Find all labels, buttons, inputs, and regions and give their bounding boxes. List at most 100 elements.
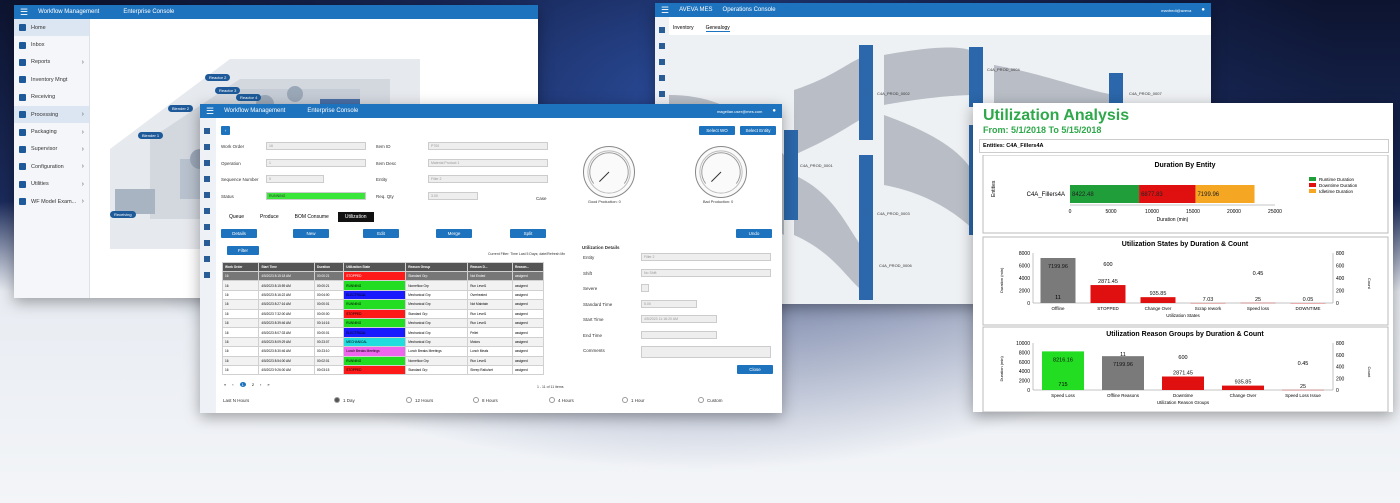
user-icon[interactable]: ●	[772, 108, 776, 114]
sidebar-item-wf-model-exam-[interactable]: WF Model Exam... ›	[14, 193, 89, 210]
map-marker-label[interactable]: Reactor 3	[215, 87, 241, 94]
table-row[interactable]: 16 4/5/2023 7:32:00 AM 00:00:00 STOPPED Stan…	[221, 308, 545, 319]
menu-icon[interactable]: ☰	[206, 106, 214, 117]
nav-icon[interactable]	[204, 224, 210, 230]
table-row[interactable]: 16 4/5/2023 8:07:33 AM 00:00:01 ELECTRICAL M…	[221, 327, 545, 338]
tab-bom-consume[interactable]: BOM Consume	[288, 212, 336, 222]
radio-button[interactable]	[473, 397, 479, 403]
pager-nav-icon[interactable]: ‹	[232, 382, 233, 387]
page-number[interactable]: 2	[252, 382, 254, 387]
column-header[interactable]: Duration	[314, 262, 345, 272]
sidebar-item-reports[interactable]: Reports ›	[14, 54, 89, 71]
sidebar-item-utilities[interactable]: Utilities ›	[14, 176, 89, 193]
nav-icon[interactable]	[204, 128, 210, 134]
column-header[interactable]: Reason...	[511, 262, 545, 272]
table-row[interactable]: 16 4/5/2023 8:09:29 AM 00:23:07 MECHANICAL M…	[221, 336, 545, 348]
ud-field[interactable]	[641, 284, 649, 292]
sidebar-item-home[interactable]: Home	[14, 19, 89, 37]
tab-genealogy[interactable]: Genealogy	[705, 25, 730, 32]
radio-button[interactable]	[334, 397, 340, 403]
select-entity-button[interactable]: Select Entity	[740, 126, 776, 135]
ud-field[interactable]	[641, 330, 717, 339]
map-marker-label[interactable]: Blender 2	[168, 105, 194, 112]
nav-icon[interactable]	[659, 91, 665, 97]
column-header[interactable]: Work Order	[221, 262, 260, 272]
table-row[interactable]: 16 4/5/2023 8:30:46 AM 00:23:10 Lunch Break…	[221, 346, 545, 357]
nav-icon[interactable]	[204, 208, 210, 214]
pager-nav-icon[interactable]: «	[224, 382, 226, 387]
sidebar-item-receiving[interactable]: Receiving	[14, 89, 89, 106]
nav-icon[interactable]	[204, 192, 210, 198]
form-field[interactable]: 1	[266, 158, 366, 167]
nav-icon[interactable]	[204, 144, 210, 150]
table-row[interactable]: 16 4/5/2023 8:27:16 AM 00:00:01 RUNNING Mech…	[221, 299, 545, 310]
ud-field[interactable]: 4/5/2023 11:18:20 AM	[641, 315, 717, 323]
menu-icon[interactable]: ☰	[20, 7, 28, 18]
form-field[interactable]: Filler 2	[428, 175, 548, 183]
expand-button[interactable]: ›	[221, 126, 230, 135]
tab-produce[interactable]: Produce	[253, 212, 286, 222]
node-label: C4A_PROD_0001	[800, 163, 833, 168]
filter-button[interactable]: Filter	[227, 246, 259, 255]
table-row[interactable]: 16 4/5/2023 8:54:00 AM 00:02:01 RUNNING Nonr…	[221, 355, 545, 366]
column-header[interactable]: Start Time	[258, 262, 316, 272]
nav-icon[interactable]	[659, 27, 665, 33]
nav-icon[interactable]	[659, 43, 665, 49]
sidebar-item-processing[interactable]: Processing ›	[14, 105, 89, 124]
table-row[interactable]: 16 4/5/2023 8:16:22 AM 00:04:00 ELECTRICAL M…	[221, 289, 545, 301]
map-marker-label[interactable]: Reactor 2	[205, 74, 231, 81]
nav-icon[interactable]	[204, 256, 210, 262]
split-button[interactable]: Split	[510, 229, 546, 238]
ud-field[interactable]: Filler 2	[641, 253, 771, 261]
table-row[interactable]: 16 4/5/2023 8:39:46 AM 00:14:16 RUNNING Mech…	[221, 317, 545, 329]
nav-icon[interactable]	[204, 240, 210, 246]
column-header[interactable]: Utilization State	[343, 262, 407, 272]
sidebar-item-inbox[interactable]: Inbox	[14, 36, 89, 53]
form-field[interactable]: P700	[428, 142, 548, 150]
ud-field[interactable]: No Shift	[641, 268, 771, 277]
page-number[interactable]: 1	[239, 382, 246, 387]
map-marker-label[interactable]: Blender 1	[138, 132, 164, 139]
nav-icon[interactable]	[204, 176, 210, 182]
nav-icon[interactable]	[659, 59, 665, 65]
table-row[interactable]: 16 4/5/2023 8:15:18 AM 00:00:21 STOPPED Stan…	[221, 270, 545, 282]
edit-button[interactable]: Edit	[363, 229, 399, 238]
new-button[interactable]: New	[293, 229, 329, 238]
sidebar-item-configuration[interactable]: Configuration ›	[14, 158, 89, 175]
pager-nav-icon[interactable]: »	[267, 382, 269, 387]
ud-field[interactable]	[641, 346, 771, 358]
undo-button[interactable]: Undo	[736, 229, 772, 238]
sidebar-item-packaging[interactable]: Packaging ›	[14, 123, 89, 140]
pager-nav-icon[interactable]: ›	[260, 382, 261, 387]
tab-utilization[interactable]: Utilization	[337, 212, 374, 222]
radio-button[interactable]	[549, 397, 555, 403]
merge-button[interactable]: Merge	[436, 229, 472, 238]
form-field[interactable]: RUNNING	[266, 191, 366, 200]
user-icon[interactable]: ●	[1201, 7, 1205, 13]
select-wo-button[interactable]: Select WO	[699, 126, 735, 135]
nav-icon[interactable]	[204, 272, 210, 278]
form-field[interactable]: 16	[266, 142, 366, 150]
radio-button[interactable]	[622, 397, 628, 403]
form-field[interactable]: 0	[266, 175, 324, 183]
close-button[interactable]: Close	[737, 365, 773, 374]
tab-inventory[interactable]: Inventory	[673, 25, 694, 32]
table-row[interactable]: 16 4/5/2023 9:26:00 AM 00:03:15 STOPPED Stan…	[221, 364, 545, 376]
radio-button[interactable]	[406, 397, 412, 403]
radio-button[interactable]	[698, 397, 704, 403]
column-header[interactable]: Reason Group	[405, 262, 469, 272]
details-button[interactable]: Details	[221, 229, 257, 238]
form-field[interactable]: 3.00	[428, 191, 478, 200]
nav-icon[interactable]	[204, 160, 210, 166]
sidebar-item-supervisor[interactable]: Supervisor ›	[14, 141, 89, 158]
column-header[interactable]: Reason D...	[467, 262, 513, 272]
tab-queue[interactable]: Queue	[222, 212, 251, 222]
map-marker-label[interactable]: Reactor 4	[236, 94, 262, 101]
nav-icon[interactable]	[659, 75, 665, 81]
table-row[interactable]: 16 4/5/2023 8:15:59 AM 00:00:21 RUNNING Nonr…	[221, 280, 545, 291]
menu-icon[interactable]: ☰	[661, 5, 669, 16]
sidebar-item-inventory-mngt[interactable]: Inventory Mngt	[14, 71, 89, 88]
map-marker-label[interactable]: Receiving	[110, 211, 136, 218]
form-field[interactable]: Material Product 1	[428, 158, 548, 167]
ud-field[interactable]: 5.00	[641, 299, 697, 308]
